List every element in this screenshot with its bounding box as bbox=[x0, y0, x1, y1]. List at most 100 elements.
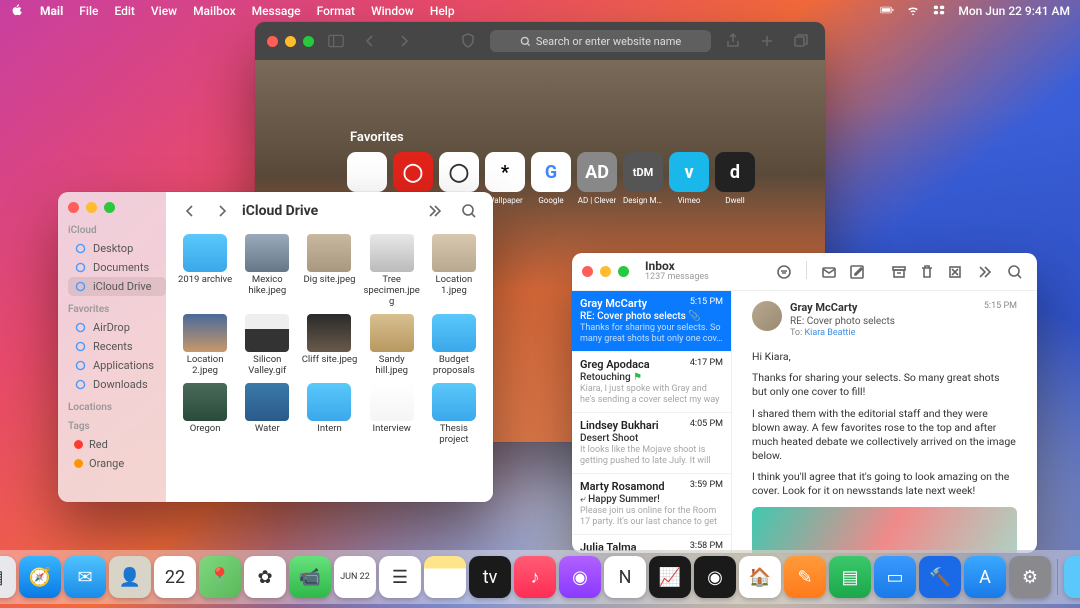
dock-safari[interactable]: 🧭 bbox=[19, 556, 61, 598]
dock-maps[interactable]: 📍 bbox=[199, 556, 241, 598]
file-item[interactable]: Tree specimen.jpeg bbox=[363, 234, 421, 308]
sidebar-icon[interactable] bbox=[324, 30, 348, 52]
dock-appstore[interactable]: A bbox=[964, 556, 1006, 598]
dock-keynote[interactable]: ▭ bbox=[874, 556, 916, 598]
sidebar-item-red[interactable]: Red bbox=[68, 435, 166, 454]
window-controls[interactable] bbox=[267, 36, 314, 47]
filter-icon[interactable] bbox=[772, 261, 796, 283]
favorite-vimeo[interactable]: vVimeo bbox=[669, 152, 709, 205]
compose-icon[interactable] bbox=[845, 261, 869, 283]
dock-tv[interactable]: tv bbox=[469, 556, 511, 598]
dock-calendar2[interactable]: JUN 22 bbox=[334, 556, 376, 598]
window-controls[interactable] bbox=[582, 266, 629, 277]
forward-icon[interactable] bbox=[210, 200, 234, 222]
file-item[interactable]: Sandy hill.jpeg bbox=[363, 314, 421, 377]
finder-title: iCloud Drive bbox=[242, 203, 318, 219]
reader-from: Gray McCarty bbox=[790, 301, 976, 315]
file-item[interactable]: Intern bbox=[300, 383, 358, 446]
file-item[interactable]: Oregon bbox=[176, 383, 234, 446]
message-item[interactable]: Gray McCarty5:15 PMRE: Cover photo selec… bbox=[572, 291, 731, 352]
window-controls[interactable] bbox=[68, 202, 166, 213]
sidebar-item-recents[interactable]: Recents bbox=[68, 337, 166, 356]
menu-window[interactable]: Window bbox=[371, 4, 414, 18]
file-item[interactable]: Cliff site.jpeg bbox=[300, 314, 358, 377]
favorite-design-museum[interactable]: tDMDesign Museum bbox=[623, 152, 663, 205]
dock-reminders[interactable]: ☰ bbox=[379, 556, 421, 598]
dock-calendar[interactable]: 22 bbox=[154, 556, 196, 598]
shield-icon[interactable] bbox=[456, 30, 480, 52]
file-item[interactable]: Location 1.jpeg bbox=[425, 234, 483, 308]
dock-launchpad[interactable]: ▦ bbox=[0, 556, 16, 598]
address-bar[interactable]: Search or enter website name bbox=[490, 30, 711, 52]
file-item[interactable]: Silicon Valley.gif bbox=[238, 314, 296, 377]
share-icon[interactable] bbox=[721, 30, 745, 52]
menu-edit[interactable]: Edit bbox=[114, 4, 134, 18]
file-item[interactable]: Interview bbox=[363, 383, 421, 446]
file-item[interactable]: Budget proposals bbox=[425, 314, 483, 377]
message-item[interactable]: Marty Rosamond3:59 PM⤶ Happy Summer!Plea… bbox=[572, 474, 731, 535]
dock-facetime[interactable]: 📹 bbox=[289, 556, 331, 598]
dock-music[interactable]: ♪ bbox=[514, 556, 556, 598]
trash-icon[interactable] bbox=[915, 261, 939, 283]
dock-xcode[interactable]: 🔨 bbox=[919, 556, 961, 598]
clock[interactable]: Mon Jun 22 9:41 AM bbox=[958, 4, 1070, 18]
tabs-icon[interactable] bbox=[789, 30, 813, 52]
favorite-dwell[interactable]: dDwell bbox=[715, 152, 755, 205]
dock-contacts[interactable]: 👤 bbox=[109, 556, 151, 598]
dock-downloads[interactable] bbox=[1064, 556, 1080, 598]
archive-icon[interactable] bbox=[887, 261, 911, 283]
apple-icon[interactable] bbox=[10, 3, 24, 20]
favorite-ad-clever[interactable]: ADAD | Clever bbox=[577, 152, 617, 205]
menu-format[interactable]: Format bbox=[317, 4, 355, 18]
menu-file[interactable]: File bbox=[79, 4, 98, 18]
control-center-icon[interactable] bbox=[932, 3, 946, 20]
more-icon[interactable] bbox=[975, 261, 999, 283]
message-item[interactable]: Greg Apodaca4:17 PMRetouching ⚑Kiara, I … bbox=[572, 352, 731, 413]
dock-pages[interactable]: ✎ bbox=[784, 556, 826, 598]
dock-voice-memos[interactable]: ◉ bbox=[694, 556, 736, 598]
sidebar-item-downloads[interactable]: Downloads bbox=[68, 375, 166, 394]
file-item[interactable]: Thesis project bbox=[425, 383, 483, 446]
address-placeholder: Search or enter website name bbox=[536, 35, 681, 48]
sidebar-item-documents[interactable]: Documents bbox=[68, 258, 166, 277]
dock-home[interactable]: 🏠 bbox=[739, 556, 781, 598]
dock-mail[interactable]: ✉︎ bbox=[64, 556, 106, 598]
menu-help[interactable]: Help bbox=[430, 4, 455, 18]
battery-icon[interactable] bbox=[880, 3, 894, 20]
more-icon[interactable] bbox=[425, 200, 449, 222]
wifi-icon[interactable] bbox=[906, 3, 920, 20]
sidebar-item-desktop[interactable]: Desktop bbox=[68, 239, 166, 258]
search-icon[interactable] bbox=[457, 200, 481, 222]
sidebar-item-icloud-drive[interactable]: iCloud Drive bbox=[68, 277, 166, 296]
file-item[interactable]: Water bbox=[238, 383, 296, 446]
dock-notes[interactable] bbox=[424, 556, 466, 598]
dock-system-preferences[interactable]: ⚙︎ bbox=[1009, 556, 1051, 598]
favorite-google[interactable]: GGoogle bbox=[531, 152, 571, 205]
file-item[interactable]: Mexico hike.jpeg bbox=[238, 234, 296, 308]
new-tab-icon[interactable] bbox=[755, 30, 779, 52]
app-name[interactable]: Mail bbox=[40, 4, 63, 18]
sidebar-item-airdrop[interactable]: AirDrop bbox=[68, 318, 166, 337]
reader-p3: I think you'll agree that it's going to … bbox=[752, 470, 1017, 498]
file-item[interactable]: Location 2.jpeg bbox=[176, 314, 234, 377]
dock-news[interactable]: N bbox=[604, 556, 646, 598]
menu-mailbox[interactable]: Mailbox bbox=[193, 4, 236, 18]
file-item[interactable]: Dig site.jpeg bbox=[300, 234, 358, 308]
search-icon[interactable] bbox=[1003, 261, 1027, 283]
message-item[interactable]: Lindsey Bukhari4:05 PMDesert ShootIt loo… bbox=[572, 413, 731, 474]
dock-photos[interactable]: ✿ bbox=[244, 556, 286, 598]
sidebar-item-applications[interactable]: Applications bbox=[68, 356, 166, 375]
dock-podcasts[interactable]: ◉ bbox=[559, 556, 601, 598]
dock-numbers[interactable]: ▤ bbox=[829, 556, 871, 598]
reader-subject: RE: Cover photo selects bbox=[790, 315, 976, 328]
menu-message[interactable]: Message bbox=[252, 4, 301, 18]
sidebar-item-orange[interactable]: Orange bbox=[68, 454, 166, 473]
back-icon[interactable] bbox=[178, 200, 202, 222]
back-icon[interactable] bbox=[358, 30, 382, 52]
file-item[interactable]: 2019 archive bbox=[176, 234, 234, 308]
junk-icon[interactable] bbox=[943, 261, 967, 283]
menu-view[interactable]: View bbox=[151, 4, 177, 18]
envelope-icon[interactable] bbox=[817, 261, 841, 283]
forward-icon[interactable] bbox=[392, 30, 416, 52]
dock-stocks[interactable]: 📈 bbox=[649, 556, 691, 598]
